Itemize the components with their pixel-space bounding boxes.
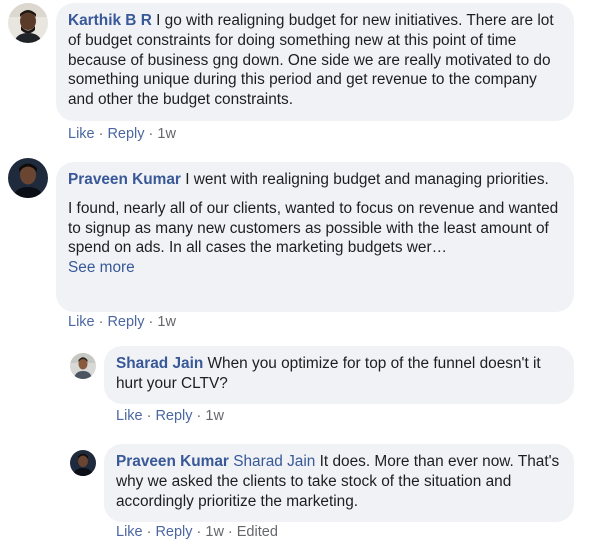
avatar[interactable] (8, 3, 48, 43)
separator-dot: · (148, 126, 154, 142)
comment-bubble: Karthik B R I go with realigning budget … (56, 3, 574, 121)
separator-dot: · (196, 524, 202, 540)
comment-bubble: Praveen Kumar I went with realigning bud… (56, 162, 574, 312)
timestamp[interactable]: 1w (205, 524, 224, 540)
mention-link[interactable]: Sharad Jain (233, 453, 315, 470)
comment-author[interactable]: Praveen Kumar (116, 453, 229, 470)
separator-dot: · (146, 408, 152, 424)
comment-text: I went with realigning budget and managi… (185, 171, 549, 188)
reply-button[interactable]: Reply (155, 408, 192, 424)
timestamp[interactable]: 1w (157, 314, 176, 330)
like-button[interactable]: Like (116, 408, 143, 424)
reply-button[interactable]: Reply (107, 126, 144, 142)
comment-actions: Like · Reply · 1w · Edited (116, 524, 278, 540)
separator-dot: · (196, 408, 202, 424)
comment-author[interactable]: Sharad Jain (116, 355, 203, 372)
timestamp[interactable]: 1w (205, 408, 224, 424)
separator-dot: · (98, 126, 104, 142)
separator-dot: · (98, 314, 104, 330)
comment-actions: Like · Reply · 1w (116, 408, 224, 424)
separator-dot: · (148, 314, 154, 330)
comment-author[interactable]: Praveen Kumar (68, 171, 181, 188)
reply-button[interactable]: Reply (107, 314, 144, 330)
comment-bubble: Sharad Jain When you optimize for top of… (104, 346, 574, 404)
comment-author[interactable]: Karthik B R (68, 12, 152, 29)
reply-button[interactable]: Reply (155, 524, 192, 540)
avatar[interactable] (70, 353, 96, 379)
like-button[interactable]: Like (68, 314, 95, 330)
separator-dot: · (146, 524, 152, 540)
comment-bubble: Praveen Kumar Sharad Jain It does. More … (104, 444, 574, 522)
see-more-link[interactable]: See more (68, 259, 135, 276)
separator-dot: · (227, 524, 233, 540)
like-button[interactable]: Like (68, 126, 95, 142)
comment-actions: Like · Reply · 1w (68, 314, 176, 330)
avatar[interactable] (70, 450, 96, 476)
comment-text: I found, nearly all of our clients, want… (68, 199, 559, 257)
timestamp[interactable]: 1w (157, 126, 176, 142)
like-button[interactable]: Like (116, 524, 143, 540)
comment-actions: Like · Reply · 1w (68, 126, 176, 142)
avatar[interactable] (8, 158, 48, 198)
edited-label: Edited (236, 524, 278, 540)
